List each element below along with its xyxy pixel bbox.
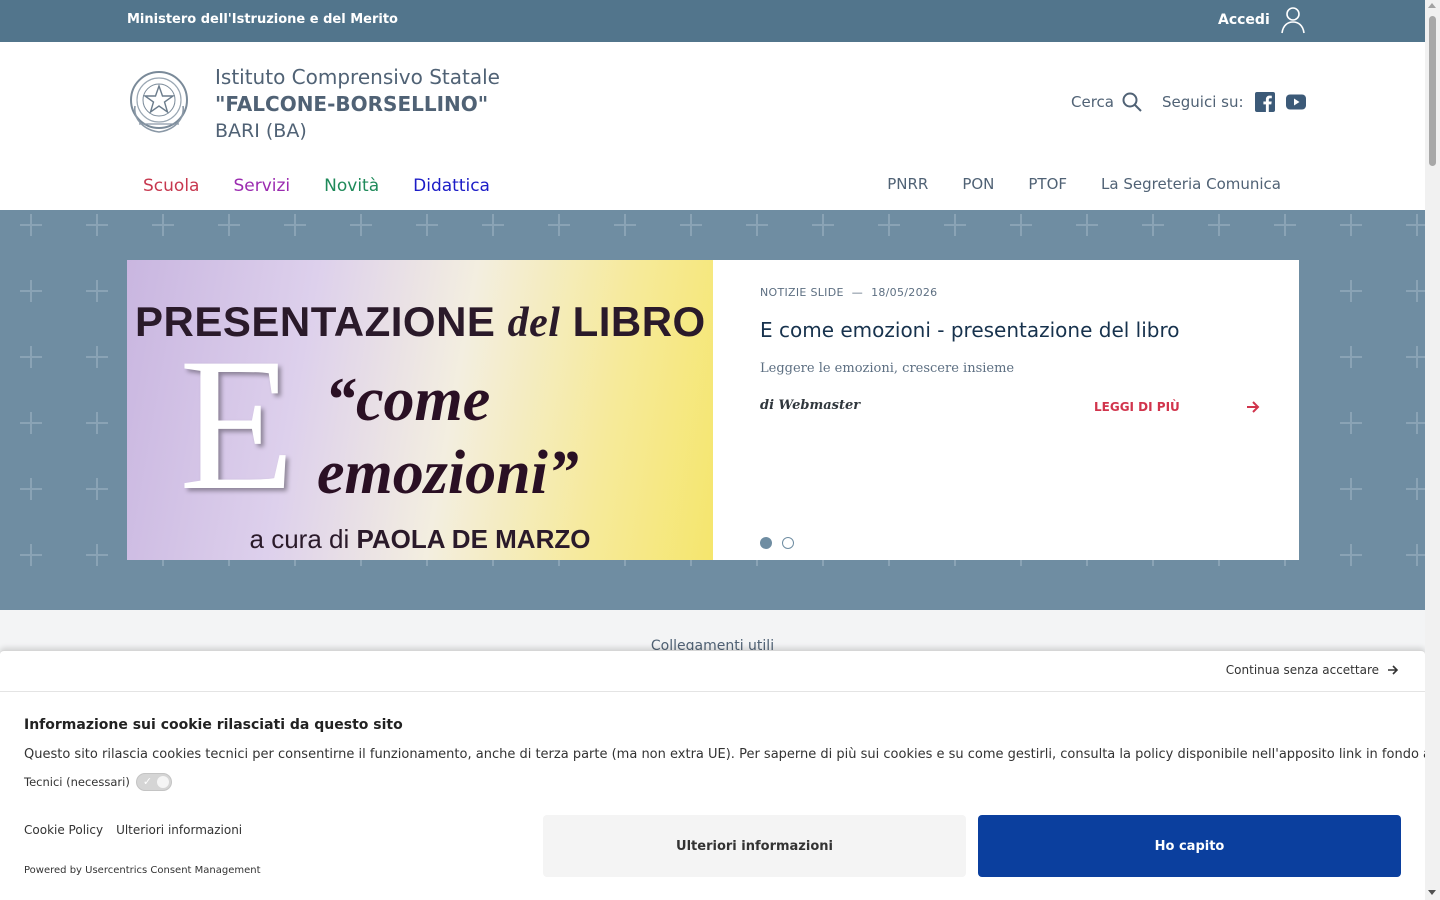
check-icon: ✓ [142,775,153,788]
nav-pnrr[interactable]: PNRR [887,175,928,193]
slide-subtitle: Leggere le emozioni, crescere insieme [760,361,1015,376]
slide-image[interactable]: PRESENTAZIONE del LIBRO E “come emozioni… [127,260,713,560]
nav-pon[interactable]: PON [962,175,994,193]
carousel-dot-1[interactable] [760,537,772,549]
scroll-thumb[interactable] [1429,16,1436,166]
scroll-down-icon[interactable] [1428,890,1436,895]
ministry-link[interactable]: Ministero dell'Istruzione e del Merito [127,12,398,27]
carousel-dot-2[interactable] [782,537,794,549]
nav-scuola[interactable]: Scuola [143,176,199,196]
slide-category[interactable]: NOTIZIE SLIDE [760,286,844,299]
user-icon [1280,7,1305,34]
banner-divider [0,691,1425,692]
accept-button[interactable]: Ho capito [978,815,1401,877]
search-button[interactable]: Cerca [1071,92,1142,112]
meta-separator: — [851,286,864,299]
page-scrollbar[interactable] [1425,0,1440,900]
slide-content: NOTIZIE SLIDE — 18/05/2026 E come emozioni… [760,260,1260,560]
image-emozioni-text: emozioni” [317,439,579,507]
continue-label: Continua senza accettare [1225,663,1379,677]
cookie-title: Informazione sui cookie rilasciati da qu… [24,717,403,733]
slide-date: 18/05/2026 [871,286,938,299]
hero-carousel: PRESENTAZIONE del LIBRO E “come emozioni… [0,210,1425,610]
toggle-knob [156,776,169,788]
continue-without-accepting-button[interactable]: Continua senza accettare [1226,663,1399,677]
slide-card: PRESENTAZIONE del LIBRO E “come emozioni… [127,260,1299,560]
image-curated-by: a cura di PAOLA DE MARZO [249,524,591,554]
read-more-link[interactable]: LEGGI DI PIÙ [1094,400,1260,414]
nav-servizi[interactable]: Servizi [233,176,290,196]
cookie-policy-link[interactable]: Cookie Policy [24,823,103,837]
image-big-letter: E [179,320,296,530]
nav-novita[interactable]: Novità [324,176,379,196]
technical-cookies-label: Tecnici (necessari) [24,775,130,789]
more-info-link[interactable]: Ulteriori informazioni [116,823,242,837]
login-label: Accedi [1218,12,1270,28]
more-info-button[interactable]: Ulteriori informazioni [543,815,966,877]
scroll-up-icon[interactable] [1428,3,1436,8]
republic-emblem-icon[interactable] [127,66,191,138]
login-button[interactable]: Accedi [1218,6,1306,34]
school-type: Istituto Comprensivo Statale [215,65,500,89]
cookie-banner: Continua senza accettare Informazione su… [0,650,1440,900]
technical-cookies-row: Tecnici (necessari) ✓ [24,773,172,791]
arrow-right-icon [1388,665,1399,675]
technical-cookies-toggle[interactable]: ✓ [135,773,172,791]
nav-ptof[interactable]: PTOF [1028,175,1067,193]
youtube-icon[interactable] [1285,92,1306,112]
nav-segreteria[interactable]: La Segreteria Comunica [1101,175,1281,193]
site-header: Istituto Comprensivo Statale "FALCONE-BO… [0,42,1425,210]
carousel-dots [760,537,794,549]
powered-by: Powered by Usercentrics Consent Manageme… [24,865,261,876]
cookie-links: Cookie Policy Ulteriori informazioni [24,823,242,837]
school-title: "FALCONE-BORSELLINO" [215,92,489,116]
slide-meta: NOTIZIE SLIDE — 18/05/2026 [760,286,937,299]
follow-label: Seguici su: [1162,93,1244,111]
search-label: Cerca [1071,93,1114,111]
slide-author: di Webmaster [760,398,861,413]
image-come-text: “come [325,366,491,434]
school-name[interactable]: Istituto Comprensivo Statale "FALCONE-BO… [215,64,500,145]
search-icon [1122,92,1142,112]
top-bar: Ministero dell'Istruzione e del Merito A… [0,0,1425,42]
read-more-label: LEGGI DI PIÙ [1094,400,1180,414]
social-links: Seguici su: [1162,92,1306,112]
secondary-navigation: PNRR PON PTOF La Segreteria Comunica [887,175,1281,193]
cookie-description: Questo sito rilascia cookies tecnici per… [24,747,1440,762]
school-city: BARI (BA) [215,120,307,142]
nav-didattica[interactable]: Didattica [413,176,490,196]
arrow-right-icon [1247,401,1260,413]
facebook-icon[interactable] [1254,92,1275,112]
main-navigation: Scuola Servizi Novità Didattica [143,176,490,196]
slide-title[interactable]: E come emozioni - presentazione del libr… [760,318,1180,342]
